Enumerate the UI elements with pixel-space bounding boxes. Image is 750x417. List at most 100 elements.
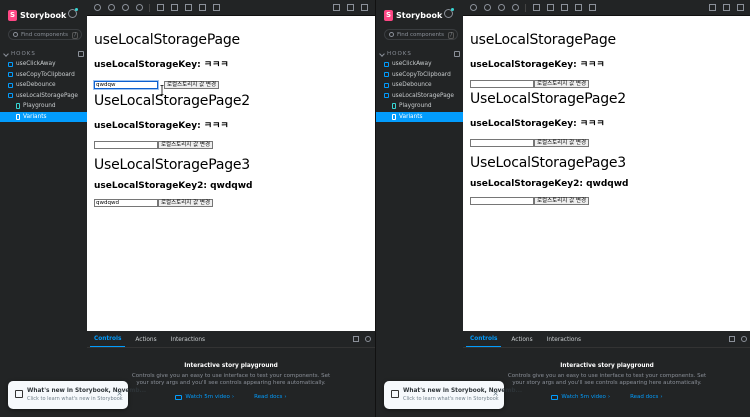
playground-description: Controls give you an easy to use interfa… — [131, 373, 331, 386]
change-storage-button[interactable]: 로컬스토리지 값 변경 — [164, 81, 220, 89]
brand[interactable]: S Storybook — [8, 9, 66, 21]
toolbar — [87, 0, 375, 16]
settings-icon[interactable] — [68, 8, 78, 18]
story-tree: useClickAway useCopyToClipboard useDebou… — [376, 59, 463, 122]
sidebar-item-label: useCopyToClipboard — [392, 71, 451, 78]
zoom-out-icon[interactable] — [122, 4, 129, 11]
brand[interactable]: S Storybook — [384, 9, 442, 21]
story-icon — [392, 113, 396, 120]
tab-controls[interactable]: Controls — [90, 336, 126, 347]
close-icon[interactable]: × — [492, 390, 499, 398]
reload-icon[interactable] — [94, 4, 101, 11]
story-icon — [16, 113, 20, 120]
panel-position-icon[interactable] — [353, 336, 359, 342]
change-storage-button[interactable]: 로컬스토리지 값 변경 — [158, 141, 214, 149]
read-docs-link[interactable]: Read docs › — [254, 394, 287, 400]
panel-position-icon[interactable] — [729, 336, 735, 342]
storybook-logo-icon: S — [8, 9, 17, 21]
zoom-in-icon[interactable] — [484, 4, 491, 11]
group-hooks[interactable]: HOOKS — [379, 50, 460, 58]
sidebar-item-variants[interactable]: Variants — [0, 111, 87, 122]
storage-input[interactable] — [94, 141, 158, 149]
sidebar-item-useclickaway[interactable]: useClickAway — [0, 59, 87, 70]
section-title: UseLocalStoragePage3 — [94, 157, 251, 173]
playground-description: Controls give you an easy to use interfa… — [507, 373, 707, 386]
collapse-icon[interactable] — [78, 51, 84, 57]
whats-new-notification[interactable]: What's new in Storybook, Novemb... Click… — [384, 381, 522, 409]
viewport-icon[interactable] — [561, 4, 568, 11]
addons-tabs: Controls Actions Interactions — [87, 331, 375, 348]
sidebar-item-usecopytoclipboard[interactable]: useCopyToClipboard — [0, 70, 87, 81]
storage-input[interactable] — [94, 81, 158, 89]
settings-icon[interactable] — [444, 8, 454, 18]
storage-input[interactable] — [470, 80, 534, 88]
zoom-out-icon[interactable] — [498, 4, 505, 11]
watch-video-link[interactable]: Watch 5m video › — [175, 394, 234, 400]
sidebar-item-label: Variants — [399, 113, 423, 120]
tab-actions[interactable]: Actions — [507, 337, 536, 347]
group-hooks[interactable]: HOOKS — [3, 50, 84, 58]
component-icon — [384, 93, 389, 99]
reload-icon[interactable] — [470, 4, 477, 11]
close-panel-icon[interactable] — [741, 336, 747, 342]
input-row: 로컬스토리지 값 변경 — [94, 199, 375, 207]
zoom-reset-icon[interactable] — [136, 4, 143, 11]
sidebar-item-uselocalstoragepage[interactable]: useLocalStoragePage — [0, 91, 87, 102]
background-icon[interactable] — [157, 4, 164, 11]
copy-link-icon[interactable] — [361, 4, 368, 11]
read-docs-link[interactable]: Read docs › — [630, 394, 663, 400]
sidebar-item-label: useCopyToClipboard — [16, 71, 75, 78]
collapse-icon[interactable] — [454, 51, 460, 57]
measure-icon[interactable] — [199, 4, 206, 11]
change-storage-button[interactable]: 로컬스토리지 값 변경 — [534, 139, 590, 147]
change-storage-button[interactable]: 로컬스토리지 값 변경 — [158, 199, 214, 207]
input-row: 로컬스토리지 값 변경 — [470, 139, 750, 147]
key-label: useLocalStorageKey2: qwdqwd — [94, 181, 253, 191]
change-storage-button[interactable]: 로컬스토리지 값 변경 — [534, 197, 590, 205]
sidebar-item-usedebounce[interactable]: useDebounce — [376, 80, 463, 91]
outline-icon[interactable] — [589, 4, 596, 11]
sidebar-item-playground[interactable]: Playground — [0, 101, 87, 112]
copy-link-icon[interactable] — [737, 4, 744, 11]
toolbar-divider — [149, 3, 150, 12]
close-panel-icon[interactable] — [365, 336, 371, 342]
outline-icon[interactable] — [213, 4, 220, 11]
tab-interactions[interactable]: Interactions — [543, 337, 585, 347]
open-new-tab-icon[interactable] — [723, 4, 730, 11]
watch-video-link[interactable]: Watch 5m video › — [551, 394, 610, 400]
grid-icon[interactable] — [547, 4, 554, 11]
fullscreen-icon[interactable] — [333, 4, 340, 11]
toolbar-right — [709, 4, 750, 11]
search-box[interactable]: / — [8, 29, 82, 40]
sidebar-item-label: useClickAway — [16, 61, 56, 68]
sidebar-item-usedebounce[interactable]: useDebounce — [0, 80, 87, 91]
storage-input[interactable] — [470, 197, 534, 205]
sidebar-item-uselocalstoragepage[interactable]: useLocalStoragePage — [376, 91, 463, 102]
tab-interactions[interactable]: Interactions — [167, 337, 209, 347]
change-storage-button[interactable]: 로컬스토리지 값 변경 — [534, 80, 590, 88]
playground-title: Interactive story playground — [560, 363, 654, 369]
close-icon[interactable]: × — [116, 390, 123, 398]
zoom-in-icon[interactable] — [108, 4, 115, 11]
grid-icon[interactable] — [171, 4, 178, 11]
search-input[interactable] — [397, 31, 449, 38]
storage-input[interactable] — [94, 199, 158, 207]
tab-actions[interactable]: Actions — [131, 337, 160, 347]
tab-controls[interactable]: Controls — [466, 336, 502, 347]
sidebar-item-useclickaway[interactable]: useClickAway — [376, 59, 463, 70]
chevron-right-icon: › — [607, 394, 611, 400]
storage-input[interactable] — [470, 139, 534, 147]
sidebar-item-playground[interactable]: Playground — [376, 101, 463, 112]
search-input[interactable] — [21, 31, 73, 38]
playground-links: Watch 5m video › Read docs › — [87, 394, 375, 400]
viewport-icon[interactable] — [185, 4, 192, 11]
background-icon[interactable] — [533, 4, 540, 11]
search-box[interactable]: / — [384, 29, 458, 40]
open-new-tab-icon[interactable] — [347, 4, 354, 11]
sidebar-item-usecopytoclipboard[interactable]: useCopyToClipboard — [376, 70, 463, 81]
measure-icon[interactable] — [575, 4, 582, 11]
sidebar-item-variants[interactable]: Variants — [376, 111, 463, 122]
whats-new-notification[interactable]: What's new in Storybook, Novemb... Click… — [8, 381, 146, 409]
fullscreen-icon[interactable] — [709, 4, 716, 11]
zoom-reset-icon[interactable] — [512, 4, 519, 11]
